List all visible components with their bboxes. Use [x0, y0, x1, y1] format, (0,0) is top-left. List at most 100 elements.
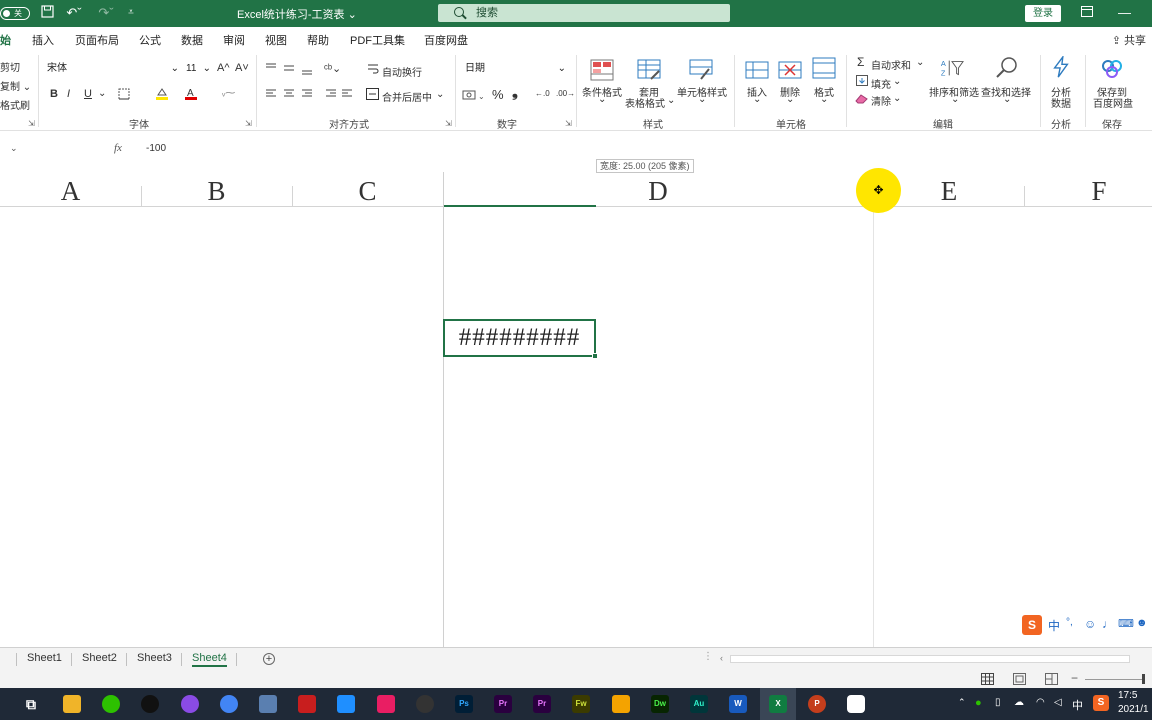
normal-view-icon[interactable] — [981, 673, 994, 685]
sheet-tab-1[interactable]: Sheet1 — [27, 652, 62, 664]
alignment-launcher-icon[interactable]: ⇲ — [445, 119, 452, 128]
sheet-tab-2[interactable]: Sheet2 — [82, 652, 117, 664]
excel-icon[interactable]: X — [769, 695, 787, 713]
photoshop-icon[interactable]: Ps — [455, 695, 473, 713]
dreamweaver-icon[interactable]: Dw — [651, 695, 669, 713]
underline-button[interactable]: U — [84, 88, 92, 100]
tab-formulas[interactable]: 公式 — [139, 32, 161, 48]
media-app-icon[interactable] — [181, 695, 199, 713]
tray-wifi-icon[interactable]: ◠ — [1036, 697, 1045, 708]
chevron-down-icon[interactable]: ⌄ — [893, 76, 901, 87]
add-sheet-button[interactable]: + — [263, 653, 275, 665]
share-button[interactable]: ⇪ 共享 — [1112, 32, 1146, 48]
qq-icon[interactable] — [141, 695, 159, 713]
app-icon-blue[interactable] — [337, 695, 355, 713]
zoom-out-icon[interactable]: − — [1071, 671, 1078, 685]
comma-button[interactable]: ❟ — [512, 84, 518, 101]
insert-cells-icon[interactable] — [745, 59, 769, 81]
column-header-a[interactable]: A — [0, 172, 141, 207]
tab-baidu-netdisk[interactable]: 百度网盘 — [424, 32, 468, 48]
copy-button[interactable]: 复制 ⌄ — [0, 78, 31, 93]
app-icon-colorful[interactable] — [377, 695, 395, 713]
column-header-d[interactable]: D — [596, 172, 720, 207]
keyboard-icon[interactable]: ⌨ — [1118, 617, 1134, 630]
zoom-slider[interactable] — [1085, 679, 1145, 680]
clipboard-launcher-icon[interactable]: ⇲ — [28, 119, 35, 128]
wechat-icon[interactable] — [102, 695, 120, 713]
grow-font-button[interactable]: A^ — [217, 62, 230, 74]
baidu-netdisk-icon[interactable] — [1100, 57, 1124, 79]
page-layout-view-icon[interactable] — [1013, 673, 1026, 685]
font-launcher-icon[interactable]: ⇲ — [245, 119, 252, 128]
vertical-align-icons[interactable] — [264, 62, 314, 76]
tray-cloud-icon[interactable]: ☁ — [1014, 697, 1024, 708]
sogou-logo[interactable]: S — [1022, 615, 1042, 635]
font-color-icon[interactable]: A — [184, 87, 198, 101]
baidu-netdisk-taskbar-icon[interactable] — [847, 695, 865, 713]
column-divider[interactable] — [141, 186, 142, 206]
sheet-tab-4[interactable]: Sheet4 — [192, 652, 227, 667]
save-to-netdisk-label-2[interactable]: 百度网盘 — [1093, 95, 1133, 110]
chevron-down-icon[interactable]: ⌄ — [98, 88, 106, 99]
ribbon-display-icon[interactable] — [1080, 5, 1094, 21]
save-icon[interactable] — [40, 5, 54, 21]
emoji-icon[interactable]: ☺ — [1084, 617, 1096, 631]
find-select-icon[interactable] — [995, 57, 1019, 79]
number-format-select[interactable]: 日期 ⌄ — [462, 62, 568, 78]
phonetic-icon[interactable]: ᵥ⁓ — [222, 88, 235, 99]
format-painter-button[interactable]: 格式刷 — [0, 97, 30, 112]
search-input[interactable]: 搜索 — [438, 4, 730, 22]
italic-button[interactable]: I — [67, 88, 70, 100]
quick-access-customize-icon[interactable]: ⩡ — [125, 5, 137, 21]
page-break-view-icon[interactable] — [1045, 673, 1058, 685]
analyze-data-icon[interactable] — [1049, 56, 1073, 78]
more-options-icon[interactable]: ⋮ — [703, 651, 713, 662]
clear-button[interactable]: 清除 — [871, 93, 891, 108]
horizontal-scrollbar[interactable] — [730, 655, 1130, 663]
percent-button[interactable]: % — [492, 87, 504, 102]
selected-cell[interactable]: ######### — [443, 319, 598, 359]
tray-battery-icon[interactable]: ▯ — [995, 697, 1001, 708]
window-title[interactable]: Excel统计练习-工资表 ⌄ — [237, 6, 357, 22]
chevron-down-icon[interactable]: ⌄ — [916, 57, 924, 68]
name-box[interactable] — [38, 141, 108, 155]
ime-language[interactable]: 中 — [1048, 617, 1060, 634]
increase-decimal-icon[interactable]: ←.0 — [535, 89, 550, 98]
microphone-icon[interactable]: ♩ — [1102, 617, 1114, 631]
border-icon[interactable] — [118, 88, 130, 100]
format-as-table-icon[interactable] — [637, 59, 661, 81]
shrink-font-button[interactable]: A˅ — [235, 62, 249, 74]
punctuation-icon[interactable]: °, — [1066, 617, 1073, 628]
tab-page-layout[interactable]: 页面布局 — [75, 32, 119, 48]
column-header-b[interactable]: B — [141, 172, 292, 207]
autosave-toggle[interactable]: 关 — [0, 7, 30, 20]
user-icon[interactable]: ☻ — [1136, 617, 1148, 629]
premiere-rush-icon[interactable]: Pr — [533, 695, 551, 713]
app-icon-location[interactable] — [416, 695, 434, 713]
tray-wechat-icon[interactable]: ● — [975, 697, 982, 709]
formula-input[interactable]: -100 — [146, 143, 166, 154]
column-divider[interactable] — [1024, 186, 1025, 206]
minimize-icon[interactable]: — — [1118, 5, 1131, 21]
orientation-icon[interactable]: ᶜᵇ⌄ — [324, 62, 341, 75]
tab-review[interactable]: 审阅 — [223, 32, 245, 48]
format-cells-icon[interactable] — [812, 57, 836, 79]
zoom-slider-thumb[interactable] — [1142, 674, 1145, 684]
tray-chevron-icon[interactable]: ⌃ — [958, 697, 966, 708]
font-size-select[interactable]: 11 ⌄ — [183, 62, 213, 78]
audition-icon[interactable]: Au — [690, 695, 708, 713]
tab-home[interactable]: 始 — [0, 32, 11, 48]
login-button[interactable]: 登录 — [1025, 5, 1061, 22]
fill-handle[interactable] — [592, 353, 598, 359]
tab-pdf-tools[interactable]: PDF工具集 — [350, 32, 405, 48]
premiere-icon[interactable]: Pr — [494, 695, 512, 713]
autosum-button[interactable]: 自动求和 — [871, 57, 911, 72]
chevron-down-icon[interactable]: ⌄ — [10, 143, 18, 154]
chrome-icon[interactable] — [220, 695, 238, 713]
format-as-table-label-2[interactable]: 表格格式 — [625, 95, 665, 110]
conditional-format-icon[interactable] — [590, 59, 614, 81]
fill-button[interactable]: 填充 — [871, 76, 891, 91]
system-clock[interactable]: 17:5 2021/1 — [1118, 689, 1149, 717]
wrap-text-icon[interactable] — [367, 63, 379, 75]
tray-language[interactable]: 中 — [1072, 697, 1083, 713]
